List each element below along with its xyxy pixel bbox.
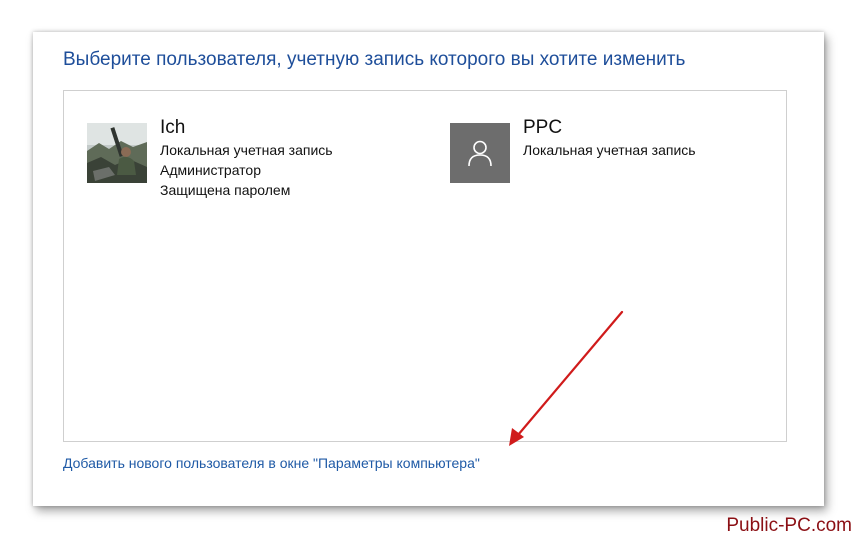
person-icon bbox=[468, 140, 492, 167]
user-photo-avatar bbox=[87, 123, 147, 183]
add-new-user-link[interactable]: Добавить нового пользователя в окне "Пар… bbox=[63, 455, 480, 471]
account-name: Ich bbox=[160, 117, 186, 138]
accounts-list: Ich Локальная учетная запись Администрат… bbox=[63, 90, 787, 442]
account-password-status: Защищена паролем bbox=[160, 182, 291, 198]
account-type: Локальная учетная запись bbox=[160, 142, 333, 158]
account-type: Локальная учетная запись bbox=[523, 142, 696, 158]
manage-accounts-panel: Выберите пользователя, учетную запись ко… bbox=[33, 32, 824, 506]
page-title: Выберите пользователя, учетную запись ко… bbox=[63, 49, 686, 70]
account-info-ppc: PPC Локальная учетная запись bbox=[523, 116, 696, 160]
account-name: PPC bbox=[523, 117, 563, 138]
user-photo-image bbox=[87, 123, 147, 183]
account-role: Администратор bbox=[160, 162, 262, 178]
watermark: Public-PC.com bbox=[726, 515, 852, 536]
default-avatar bbox=[450, 123, 510, 183]
account-info-ich: Ich Локальная учетная запись Администрат… bbox=[160, 116, 333, 200]
